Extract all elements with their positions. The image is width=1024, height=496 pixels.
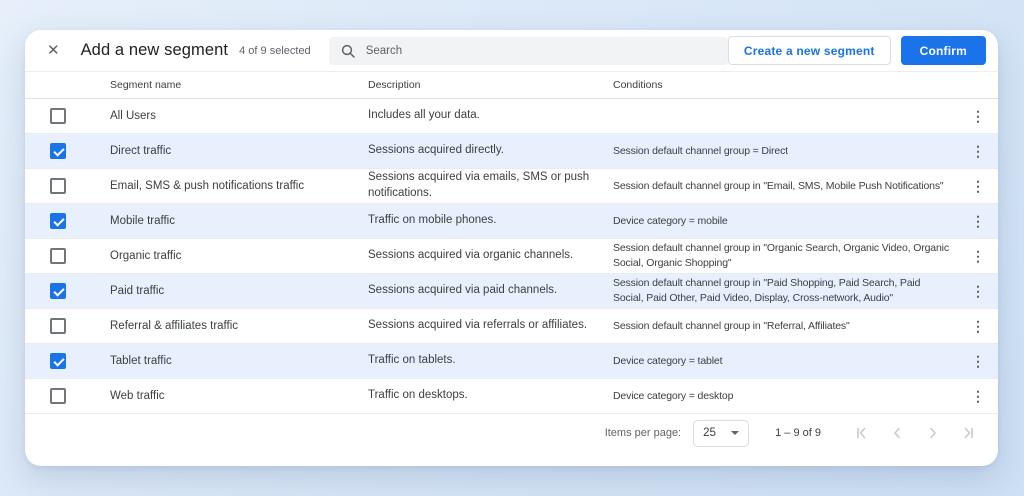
- segment-description: Sessions acquired via referrals or affil…: [368, 318, 605, 334]
- segment-name: Mobile traffic: [110, 215, 368, 227]
- search-box[interactable]: [329, 37, 728, 65]
- pagination-controls: [853, 426, 976, 441]
- segment-name: Organic traffic: [110, 250, 368, 262]
- items-per-page-select[interactable]: 25: [693, 420, 749, 447]
- row-checkbox[interactable]: [50, 248, 66, 264]
- segment-name: Paid traffic: [110, 285, 368, 297]
- segment-list: All Users Includes all your data. ⋮ Dire…: [25, 99, 998, 414]
- chevron-down-icon: [731, 431, 739, 435]
- segment-name: Referral & affiliates traffic: [110, 320, 368, 332]
- page-background: { "window": { "title": "Add a new segmen…: [0, 0, 1024, 496]
- table-row: All Users Includes all your data. ⋮: [25, 99, 998, 134]
- column-header-conditions: Conditions: [605, 78, 958, 93]
- kebab-menu-icon[interactable]: ⋮: [971, 179, 985, 193]
- segment-description: Traffic on tablets.: [368, 353, 605, 369]
- row-checkbox[interactable]: [50, 143, 66, 159]
- column-header-segment-name: Segment name: [110, 79, 368, 91]
- row-checkbox[interactable]: [50, 213, 66, 229]
- kebab-menu-icon[interactable]: ⋮: [971, 389, 985, 403]
- segment-description: Sessions acquired directly.: [368, 143, 605, 159]
- kebab-menu-icon[interactable]: ⋮: [971, 354, 985, 368]
- table-footer: Items per page: 25 1 – 9 of 9: [25, 414, 998, 452]
- table-row: Referral & affiliates traffic Sessions a…: [25, 309, 998, 344]
- next-page-icon[interactable]: [925, 426, 940, 441]
- first-page-icon[interactable]: [853, 426, 868, 441]
- previous-page-icon[interactable]: [889, 426, 904, 441]
- close-icon[interactable]: ✕: [47, 43, 60, 58]
- table-header: Segment name Description Conditions: [25, 72, 998, 99]
- segment-conditions: Device category = tablet: [605, 354, 958, 369]
- segment-description: Traffic on desktops.: [368, 388, 605, 404]
- column-header-description: Description: [368, 78, 605, 92]
- last-page-icon[interactable]: [961, 426, 976, 441]
- segment-conditions: Session default channel group in "Email,…: [605, 179, 958, 194]
- table-row: Email, SMS & push notifications traffic …: [25, 169, 998, 204]
- row-checkbox[interactable]: [50, 353, 66, 369]
- segment-description: Sessions acquired via paid channels.: [368, 283, 605, 299]
- segment-conditions: Session default channel group = Direct: [605, 144, 958, 159]
- kebab-menu-icon[interactable]: ⋮: [971, 109, 985, 123]
- segment-conditions: Session default channel group in "Paid S…: [605, 276, 958, 305]
- row-checkbox[interactable]: [50, 178, 66, 194]
- add-segment-dialog: ✕ Add a new segment 4 of 9 selected Crea…: [25, 30, 998, 466]
- confirm-button[interactable]: Confirm: [901, 36, 986, 65]
- segment-name: All Users: [110, 110, 368, 122]
- segment-conditions: Session default channel group in "Organi…: [605, 241, 958, 270]
- table-row: Paid traffic Sessions acquired via paid …: [25, 274, 998, 309]
- row-checkbox[interactable]: [50, 388, 66, 404]
- segment-description: Sessions acquired via emails, SMS or pus…: [368, 170, 605, 201]
- dialog-header: ✕ Add a new segment 4 of 9 selected Crea…: [25, 30, 998, 72]
- segment-description: Sessions acquired via organic channels.: [368, 248, 605, 264]
- search-input[interactable]: [366, 45, 716, 57]
- segment-conditions: Device category = mobile: [605, 214, 958, 229]
- segment-name: Tablet traffic: [110, 355, 368, 367]
- kebab-menu-icon[interactable]: ⋮: [971, 249, 985, 263]
- row-checkbox[interactable]: [50, 318, 66, 334]
- table-row: Mobile traffic Traffic on mobile phones.…: [25, 204, 998, 239]
- table-row: Tablet traffic Traffic on tablets. Devic…: [25, 344, 998, 379]
- search-icon: [341, 44, 355, 58]
- kebab-menu-icon[interactable]: ⋮: [971, 144, 985, 158]
- kebab-menu-icon[interactable]: ⋮: [971, 284, 985, 298]
- table-row: Organic traffic Sessions acquired via or…: [25, 239, 998, 274]
- row-checkbox[interactable]: [50, 108, 66, 124]
- segment-conditions: Device category = desktop: [605, 389, 958, 404]
- kebab-menu-icon[interactable]: ⋮: [971, 319, 985, 333]
- segment-name: Direct traffic: [110, 145, 368, 157]
- dialog-title: Add a new segment: [81, 41, 229, 60]
- table-row: Web traffic Traffic on desktops. Device …: [25, 379, 998, 414]
- row-checkbox[interactable]: [50, 283, 66, 299]
- segment-description: Traffic on mobile phones.: [368, 213, 605, 229]
- table-row: Direct traffic Sessions acquired directl…: [25, 134, 998, 169]
- pagination-range: 1 – 9 of 9: [775, 427, 821, 439]
- create-segment-button[interactable]: Create a new segment: [728, 36, 891, 65]
- items-per-page-label: Items per page:: [605, 427, 681, 439]
- selected-count: 4 of 9 selected: [239, 45, 311, 57]
- items-per-page-value: 25: [703, 427, 716, 439]
- kebab-menu-icon[interactable]: ⋮: [971, 214, 985, 228]
- segment-description: Includes all your data.: [368, 108, 605, 124]
- segment-conditions: Session default channel group in "Referr…: [605, 319, 958, 334]
- segment-name: Web traffic: [110, 390, 368, 402]
- segment-name: Email, SMS & push notifications traffic: [110, 180, 368, 192]
